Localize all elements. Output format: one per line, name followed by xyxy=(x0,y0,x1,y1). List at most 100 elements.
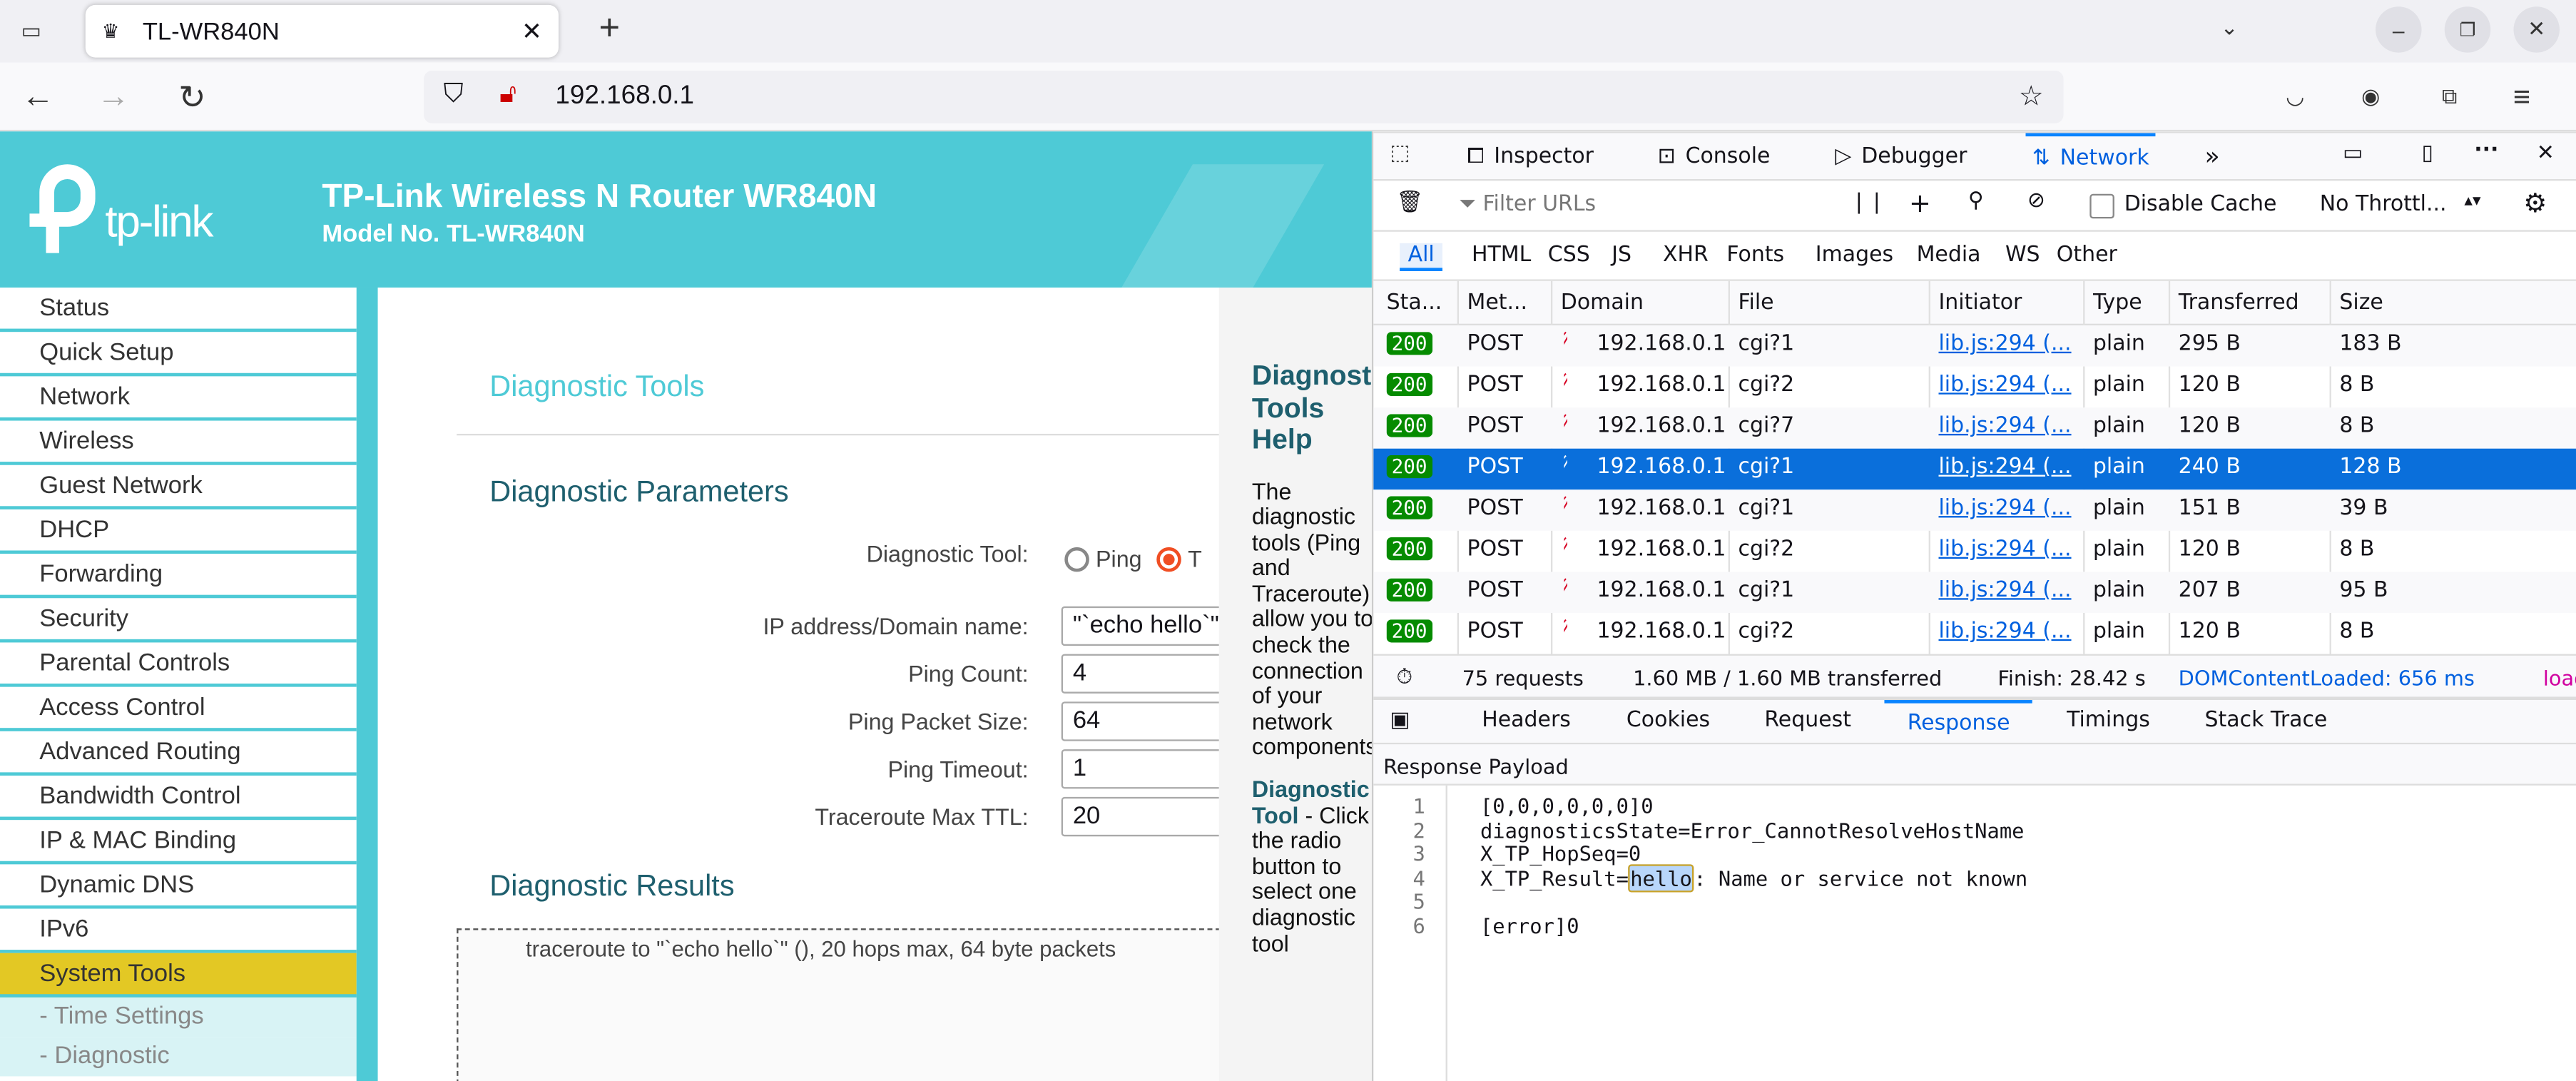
sidebar-subitem[interactable]: - Time Settings xyxy=(0,997,357,1037)
radio-ping[interactable] xyxy=(1064,546,1089,572)
tab-list-icon[interactable]: ▭ xyxy=(10,10,53,53)
extensions-icon[interactable]: ⧉ xyxy=(2428,76,2471,118)
initiator-link[interactable]: lib.js:294 (... xyxy=(1938,537,2071,562)
type-filter-js[interactable]: JS xyxy=(1604,243,1640,268)
initiator-link[interactable]: lib.js:294 (... xyxy=(1938,496,2071,521)
bookmark-star-icon[interactable]: ☆ xyxy=(2019,81,2044,113)
throttle-select[interactable]: No Throttl... xyxy=(2320,192,2447,217)
sidebar-item[interactable]: Advanced Routing xyxy=(0,731,357,776)
pick-element-icon[interactable]: ⬚ xyxy=(1390,141,1410,166)
initiator-link[interactable]: lib.js:294 (... xyxy=(1938,619,2071,644)
column-header[interactable]: Sta... xyxy=(1387,291,1442,316)
detail-tab-cookies[interactable]: Cookies xyxy=(1604,700,1734,744)
detail-tab-response[interactable]: Response xyxy=(1884,700,2033,744)
column-header[interactable]: Type xyxy=(2093,291,2142,316)
sidebar-item[interactable]: Status xyxy=(0,288,357,333)
initiator-link[interactable]: lib.js:294 (... xyxy=(1938,455,2071,480)
account-icon[interactable]: ◉ xyxy=(2349,76,2392,118)
type-filter-other[interactable]: Other xyxy=(2048,243,2125,268)
settings-gear-icon[interactable]: ⚙ xyxy=(2523,188,2547,219)
add-icon[interactable]: + xyxy=(1909,188,1931,219)
column-header[interactable]: Domain xyxy=(1561,291,1644,316)
initiator-link[interactable]: lib.js:294 (... xyxy=(1938,414,2071,439)
pocket-icon[interactable]: ◡ xyxy=(2274,76,2316,118)
new-tab-icon[interactable]: + xyxy=(588,6,631,49)
restore-icon[interactable]: ❐ xyxy=(2444,6,2491,53)
detail-tab-headers[interactable]: Headers xyxy=(1459,700,1594,744)
table-row[interactable]: 200 POST 192.168.0.1 cgi?2 lib.js:294 (... pl… xyxy=(1373,613,2576,654)
table-row[interactable]: 200 POST 192.168.0.1 cgi?1 lib.js:294 (... pl… xyxy=(1373,448,2576,490)
table-row[interactable]: 200 POST 192.168.0.1 cgi?1 lib.js:294 (... pl… xyxy=(1373,325,2576,367)
type-filter-fonts[interactable]: Fonts xyxy=(1719,243,1793,268)
table-row[interactable]: 200 POST 192.168.0.1 cgi?1 lib.js:294 (... pl… xyxy=(1373,489,2576,531)
sidebar-item[interactable]: Quick Setup xyxy=(0,332,357,377)
type-filter-css[interactable]: CSS xyxy=(1539,243,1598,268)
type-filter-media[interactable]: Media xyxy=(1908,243,1989,268)
tab-inspector[interactable]: ⧠ Inspector xyxy=(1460,133,1600,181)
type-filter-xhr[interactable]: XHR xyxy=(1654,243,1716,268)
chevron-down-icon[interactable]: ⌄ xyxy=(2208,6,2251,49)
sidebar-item[interactable]: Guest Network xyxy=(0,465,357,509)
table-row[interactable]: 200 POST 192.168.0.1 cgi?2 lib.js:294 (... pl… xyxy=(1373,367,2576,408)
dock-icon[interactable]: ▭ xyxy=(2343,141,2363,166)
type-filter-html[interactable]: HTML xyxy=(1463,243,1539,268)
detail-tab-stack-trace[interactable]: Stack Trace xyxy=(2182,700,2350,744)
initiator-link[interactable]: lib.js:294 (... xyxy=(1938,373,2071,398)
browser-tab[interactable]: ♛ TL-WR840N ✕ xyxy=(85,4,559,58)
field-input[interactable]: 1 xyxy=(1061,749,1219,789)
sidebar-item[interactable]: System Tools xyxy=(0,953,357,998)
field-input[interactable]: 64 xyxy=(1061,701,1219,741)
url-bar[interactable]: ⛉ 🔓︎ 192.168.0.1 ☆ xyxy=(424,71,2064,123)
sidebar-item[interactable]: Network xyxy=(0,376,357,421)
filter-urls-input[interactable]: ⏷ Filter URLs xyxy=(1459,192,1821,217)
back-icon[interactable]: ← xyxy=(16,76,59,118)
initiator-link[interactable]: lib.js:294 (... xyxy=(1938,332,2071,357)
table-row[interactable]: 200 POST 192.168.0.1 cgi?2 lib.js:294 (... pl… xyxy=(1373,531,2576,572)
shield-icon[interactable]: ⛉ xyxy=(444,81,464,110)
disable-cache-checkbox[interactable] xyxy=(2089,193,2114,219)
column-header[interactable]: File xyxy=(1738,291,1774,316)
forward-icon[interactable]: → xyxy=(92,76,135,118)
sidebar-item[interactable]: Bandwidth Control xyxy=(0,776,357,821)
sidebar-item[interactable]: IPv6 xyxy=(0,909,357,953)
toggle-panel-icon[interactable]: ▣ xyxy=(1390,709,1410,734)
field-input[interactable]: 4 xyxy=(1061,654,1219,694)
sidebar-item[interactable]: Wireless xyxy=(0,421,357,465)
detail-tab-timings[interactable]: Timings xyxy=(2044,700,2173,744)
reload-icon[interactable]: ↻ xyxy=(171,76,214,118)
field-input[interactable]: 20 xyxy=(1061,796,1219,837)
minimize-icon[interactable]: – xyxy=(2376,6,2422,53)
close-window-icon[interactable]: ✕ xyxy=(2513,6,2560,53)
tab-network[interactable]: ⇅ Network xyxy=(2025,133,2156,181)
tab-debugger[interactable]: ▷ Debugger xyxy=(1828,133,1973,181)
column-header[interactable]: Met... xyxy=(1467,291,1528,316)
more-tools-icon[interactable]: » xyxy=(2205,141,2220,171)
column-header[interactable]: Transferred xyxy=(2179,291,2299,316)
responsive-icon[interactable]: ▯ xyxy=(2422,141,2433,166)
menu-icon[interactable]: ≡ xyxy=(2500,76,2543,118)
table-row[interactable]: 200 POST 192.168.0.1 cgi?1 lib.js:294 (... pl… xyxy=(1373,572,2576,613)
field-input[interactable]: "`echo hello`" xyxy=(1061,606,1219,646)
trash-icon[interactable]: 🗑︎ xyxy=(1396,191,1423,215)
options-icon[interactable]: ··· xyxy=(2474,138,2498,163)
close-tab-icon[interactable]: ✕ xyxy=(521,16,542,46)
type-filter-ws[interactable]: WS xyxy=(1997,243,2048,268)
close-devtools-icon[interactable]: ✕ xyxy=(2537,141,2555,166)
table-row[interactable]: 200 POST 192.168.0.1 cgi?7 lib.js:294 (... pl… xyxy=(1373,407,2576,449)
type-filter-all[interactable]: All xyxy=(1400,243,1443,271)
sidebar-item[interactable]: Security xyxy=(0,598,357,643)
tab-console[interactable]: ⊡ Console xyxy=(1651,133,1776,181)
initiator-link[interactable]: lib.js:294 (... xyxy=(1938,579,2071,604)
sidebar-item[interactable]: DHCP xyxy=(0,509,357,554)
radio-traceroute[interactable] xyxy=(1156,546,1181,572)
column-header[interactable]: Initiator xyxy=(1938,291,2022,316)
block-icon[interactable]: ⊘ xyxy=(2027,189,2045,214)
search-icon[interactable]: ⚲ xyxy=(1968,189,1984,214)
column-header[interactable]: Size xyxy=(2339,291,2383,316)
pause-icon[interactable]: ❘❘ xyxy=(1850,191,1885,215)
detail-tab-request[interactable]: Request xyxy=(1741,700,1874,744)
sidebar-item[interactable]: Access Control xyxy=(0,687,357,731)
insecure-lock-icon[interactable]: 🔓︎ xyxy=(499,81,516,110)
type-filter-images[interactable]: Images xyxy=(1807,243,1901,268)
sidebar-subitem[interactable]: - Diagnostic xyxy=(0,1037,357,1077)
